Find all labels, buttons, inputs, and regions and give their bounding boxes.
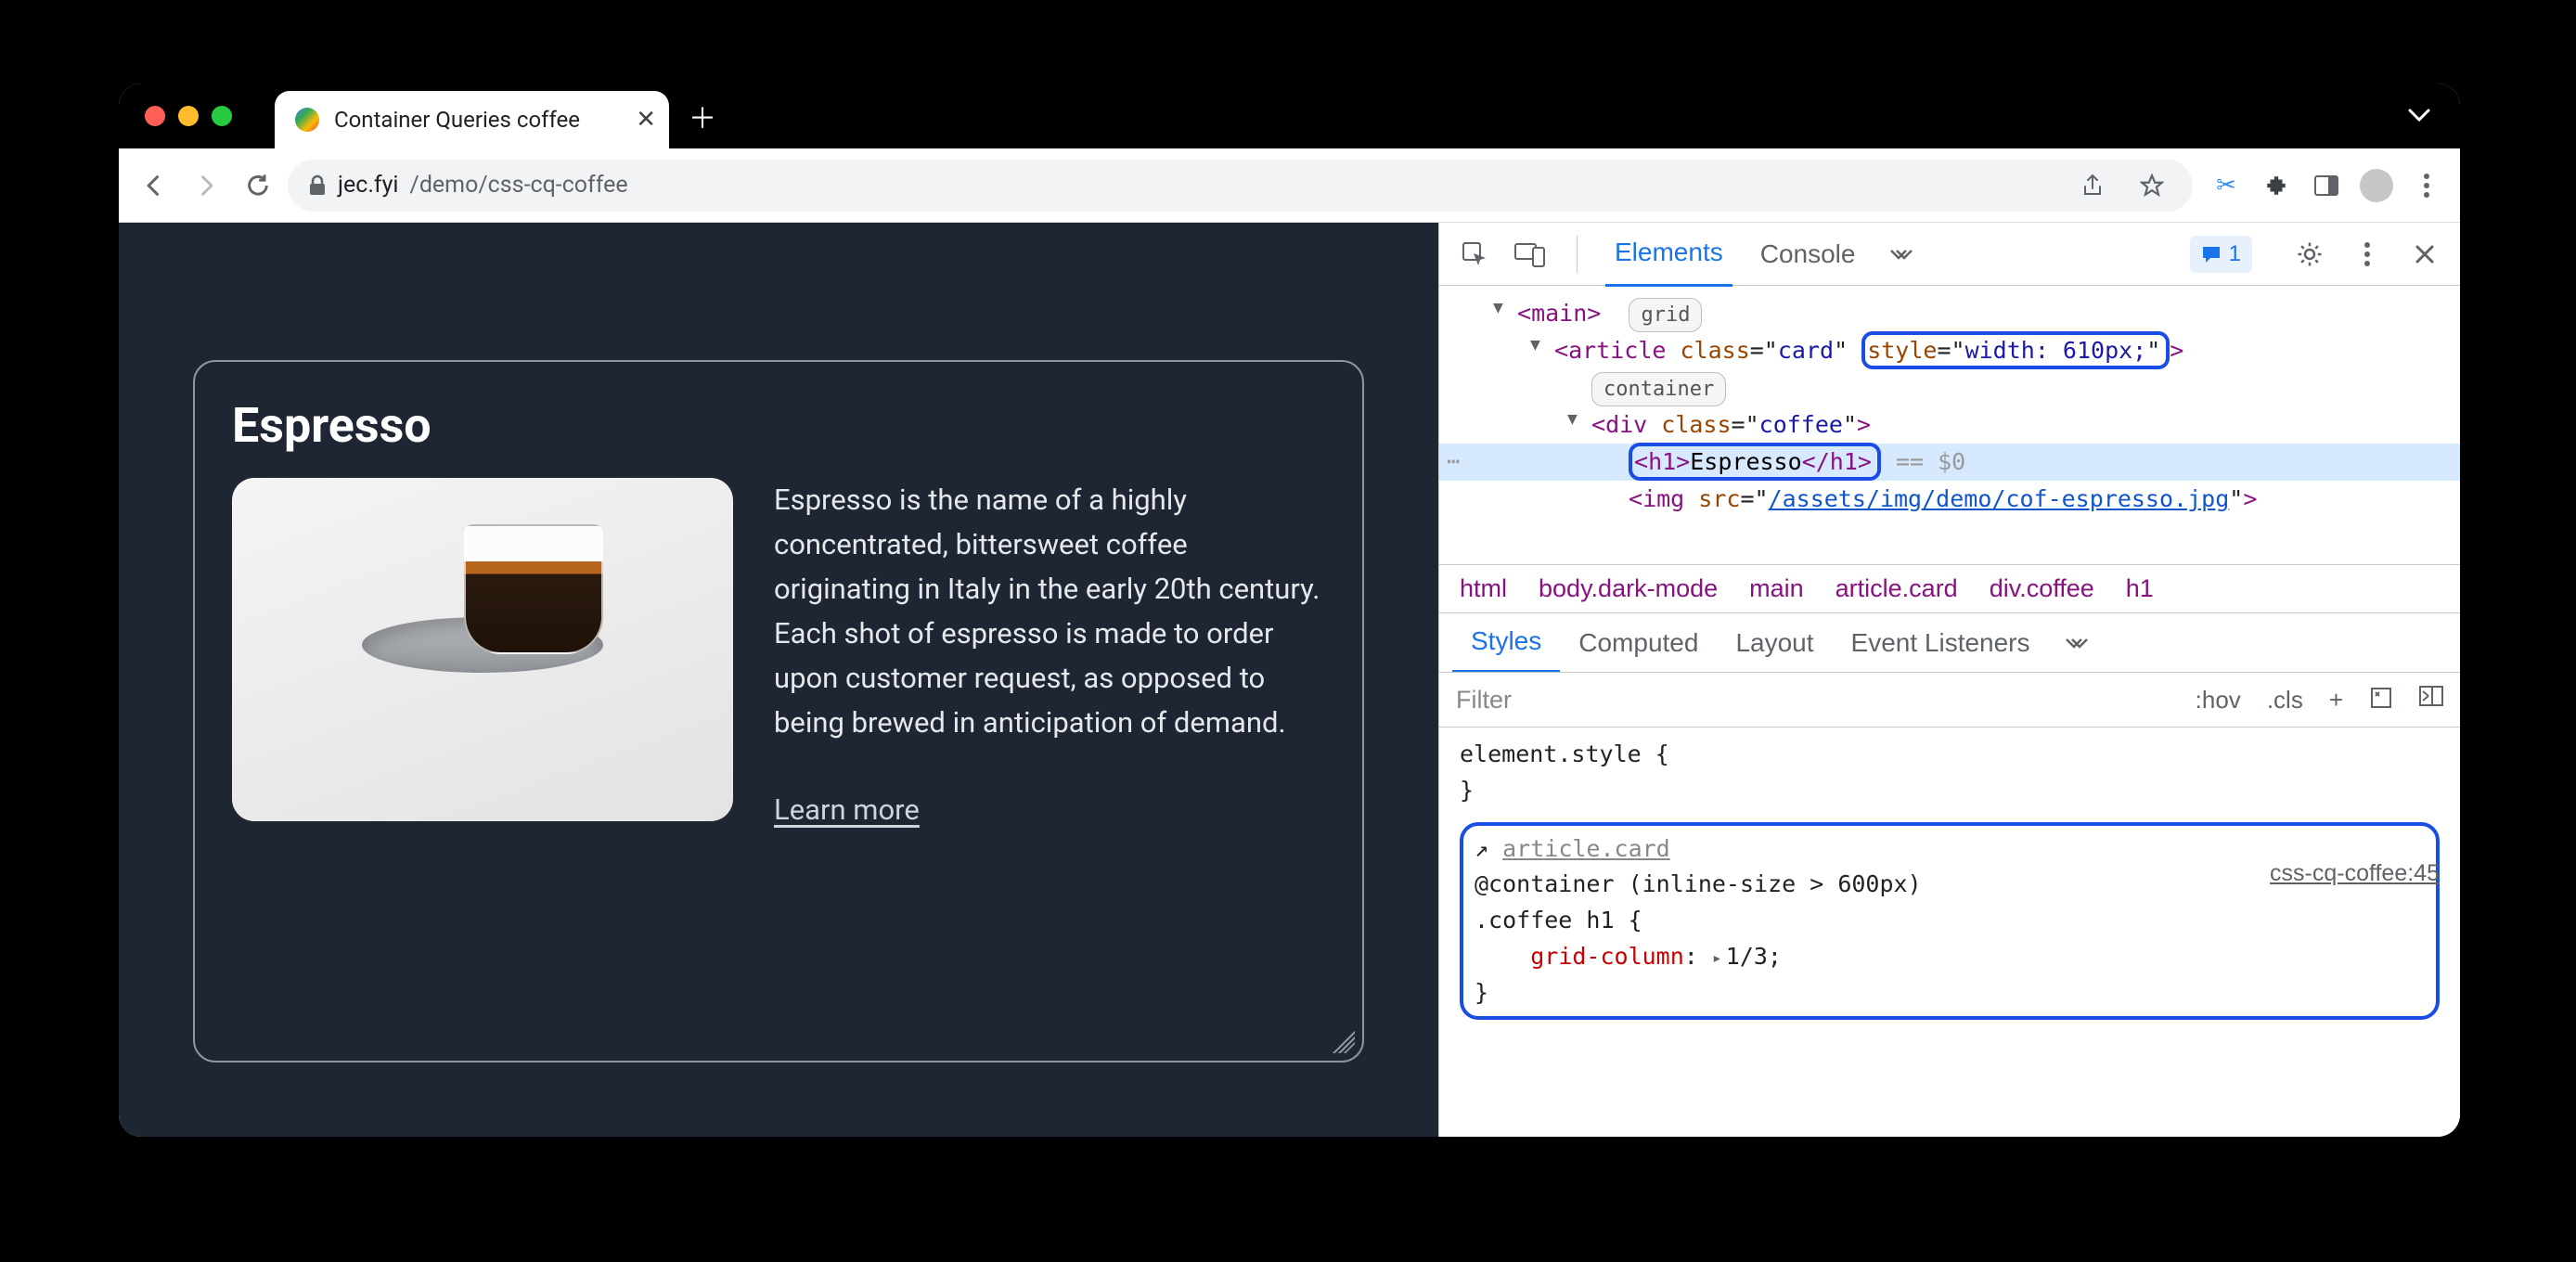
- lock-icon: [308, 174, 327, 197]
- rule-container-query[interactable]: ↗ article.card @container (inline-size >…: [1460, 822, 2440, 1021]
- url-host: jec.fyi: [338, 172, 399, 199]
- styles-pane-tabs: Styles Computed Layout Event Listeners: [1439, 612, 2460, 672]
- card-description: Espresso is the name of a highly concent…: [774, 478, 1325, 745]
- tab-strip: Container Queries coffee ✕ ＋: [119, 84, 2460, 148]
- scissors-icon[interactable]: ✂: [2206, 165, 2247, 206]
- rule-source-link[interactable]: css-cq-coffee:45: [2270, 856, 2440, 892]
- dom-node-img[interactable]: <img src="/assets/img/demo/cof-espresso.…: [1439, 481, 2460, 518]
- devtools-menu-icon[interactable]: [2349, 236, 2386, 273]
- crumb-main[interactable]: main: [1749, 574, 1804, 603]
- crumb-h1[interactable]: h1: [2126, 574, 2154, 603]
- address-bar[interactable]: jec.fyi/demo/css-cq-coffee: [288, 160, 2193, 212]
- issues-badge[interactable]: 1: [2190, 236, 2252, 273]
- url-path: /demo/css-cq-coffee: [410, 172, 628, 199]
- share-icon[interactable]: [2072, 165, 2113, 206]
- devtools-settings-icon[interactable]: [2291, 236, 2328, 273]
- card-heading: Espresso: [232, 397, 1325, 454]
- devtools-toolbar: Elements Console 1: [1439, 223, 2460, 286]
- tab-elements[interactable]: Elements: [1605, 221, 1732, 287]
- more-tabs-icon[interactable]: [1883, 236, 1920, 273]
- resize-handle[interactable]: [1333, 1031, 1355, 1053]
- bookmark-star-icon[interactable]: [2132, 165, 2172, 206]
- forward-button[interactable]: [184, 163, 228, 208]
- coffee-card: Espresso Espresso is the name of a highl…: [193, 360, 1364, 1062]
- maximize-window-button[interactable]: [212, 106, 232, 126]
- device-toolbar-icon[interactable]: [1512, 236, 1549, 273]
- rendering-icon[interactable]: [2369, 686, 2393, 715]
- computed-sidebar-icon[interactable]: [2419, 686, 2443, 715]
- learn-more-link[interactable]: Learn more: [774, 788, 1325, 832]
- dom-tree[interactable]: ▼<main> grid ▼<article class="card" styl…: [1439, 286, 2460, 564]
- chrome-menu-button[interactable]: [2406, 165, 2447, 206]
- styles-filter-row: Filter :hov .cls +: [1439, 672, 2460, 728]
- rule-element-style[interactable]: element.style { }: [1460, 737, 2440, 809]
- side-panel-icon[interactable]: [2306, 165, 2347, 206]
- dom-node-h1[interactable]: ⋯<h1>Espresso</h1>== $0: [1439, 444, 2460, 481]
- crumb-html[interactable]: html: [1460, 574, 1507, 603]
- styles-rules[interactable]: element.style { } ↗ article.card @contai…: [1439, 728, 2460, 1042]
- new-tab-button[interactable]: ＋: [687, 100, 718, 132]
- new-rule-button[interactable]: +: [2329, 686, 2343, 715]
- browser-window: Container Queries coffee ✕ ＋: [119, 84, 2460, 1137]
- more-styles-tabs-icon[interactable]: [2058, 625, 2095, 662]
- content-area: Espresso Espresso is the name of a highl…: [119, 223, 2460, 1137]
- browser-tab[interactable]: Container Queries coffee ✕: [275, 91, 669, 148]
- tab-favicon: [295, 108, 319, 132]
- dom-breadcrumb[interactable]: html body.dark-mode main article.card di…: [1439, 564, 2460, 612]
- tab-layout[interactable]: Layout: [1717, 614, 1832, 672]
- dom-badge-container[interactable]: container: [1439, 369, 2460, 406]
- crumb-body[interactable]: body.dark-mode: [1539, 574, 1718, 603]
- devtools-panel: Elements Console 1: [1438, 223, 2460, 1137]
- minimize-window-button[interactable]: [178, 106, 199, 126]
- inspect-element-icon[interactable]: [1456, 236, 1493, 273]
- back-button[interactable]: [132, 163, 176, 208]
- tab-title: Container Queries coffee: [334, 107, 580, 133]
- window-controls: [145, 106, 232, 126]
- reload-button[interactable]: [236, 163, 280, 208]
- extensions-icon[interactable]: [2256, 165, 2297, 206]
- rendered-page: Espresso Espresso is the name of a highl…: [119, 223, 1438, 1137]
- crumb-div[interactable]: div.coffee: [1990, 574, 2094, 603]
- tab-styles[interactable]: Styles: [1452, 612, 1560, 673]
- dom-node-main[interactable]: ▼<main> grid: [1439, 295, 2460, 332]
- dom-node-div[interactable]: ▼<div class="coffee">: [1439, 406, 2460, 444]
- styles-filter-input[interactable]: Filter: [1456, 686, 2196, 715]
- close-tab-button[interactable]: ✕: [636, 106, 656, 134]
- close-window-button[interactable]: [145, 106, 165, 126]
- devtools-close-icon[interactable]: [2406, 236, 2443, 273]
- toolbar: jec.fyi/demo/css-cq-coffee ✂: [119, 148, 2460, 223]
- hov-toggle[interactable]: :hov: [2196, 686, 2241, 715]
- card-image: [232, 478, 733, 821]
- cls-toggle[interactable]: .cls: [2267, 686, 2303, 715]
- tab-computed[interactable]: Computed: [1560, 614, 1717, 672]
- tab-console[interactable]: Console: [1751, 223, 1865, 286]
- dom-node-article[interactable]: ▼<article class="card" style="width: 610…: [1439, 332, 2460, 369]
- profile-avatar[interactable]: [2356, 165, 2397, 206]
- tabs-overflow-button[interactable]: [2404, 104, 2434, 128]
- tab-event-listeners[interactable]: Event Listeners: [1833, 614, 2049, 672]
- crumb-article[interactable]: article.card: [1835, 574, 1958, 603]
